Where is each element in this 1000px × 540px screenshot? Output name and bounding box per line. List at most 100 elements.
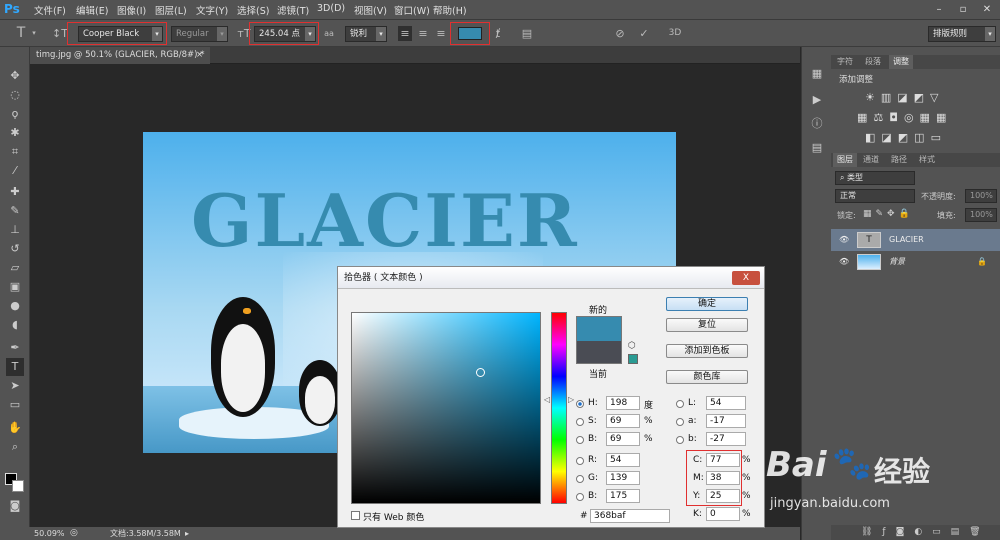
h-input[interactable]: 198 bbox=[606, 396, 640, 410]
opacity-input[interactable]: 100% bbox=[965, 189, 997, 203]
dialog-close-button[interactable]: X bbox=[732, 271, 760, 285]
radio-a[interactable] bbox=[676, 418, 684, 426]
quick-mask-icon[interactable]: ◙ bbox=[6, 497, 24, 515]
eraser-tool-icon[interactable]: ▱ bbox=[6, 259, 24, 277]
layer-row-background[interactable]: 👁 背景 🔒 bbox=[831, 251, 1000, 273]
tab-character[interactable]: 字符 bbox=[833, 55, 857, 69]
eyedropper-tool-icon[interactable]: ⁄ bbox=[6, 162, 24, 180]
gradient-tool-icon[interactable]: ▣ bbox=[6, 278, 24, 296]
cancel-icon[interactable]: ⊘ bbox=[613, 26, 627, 41]
add-to-swatches-button[interactable]: 添加到色板 bbox=[666, 344, 748, 358]
type-tool-icon[interactable]: T bbox=[14, 26, 28, 41]
type-tool-icon[interactable]: T bbox=[6, 358, 24, 376]
info-panel-icon[interactable]: ⓘ bbox=[808, 115, 826, 133]
adjustment-icons-row1[interactable]: ☀▥◪◩▽ bbox=[865, 91, 985, 104]
l-input[interactable]: 54 bbox=[706, 396, 746, 410]
3d-button[interactable]: 3D bbox=[666, 26, 684, 41]
minimize-icon[interactable]: – bbox=[928, 2, 950, 17]
visibility-eye-icon[interactable]: 👁 bbox=[839, 229, 849, 251]
hue-slider-handle-left[interactable]: ◁ bbox=[544, 395, 550, 404]
healing-tool-icon[interactable]: ✚ bbox=[6, 183, 24, 201]
close-tab-icon[interactable]: × bbox=[196, 47, 203, 63]
color-libraries-button[interactable]: 颜色库 bbox=[666, 370, 748, 384]
a-input[interactable]: -17 bbox=[706, 414, 746, 428]
k-input[interactable]: 0 bbox=[706, 507, 740, 521]
adjustment-icons-row2[interactable]: ▦⚖◘◎▦▦ bbox=[857, 111, 987, 124]
layer-name-background[interactable]: 背景 bbox=[889, 251, 905, 273]
radio-blue[interactable] bbox=[576, 493, 584, 501]
color-field[interactable] bbox=[351, 312, 541, 504]
color-field-cursor[interactable] bbox=[476, 368, 485, 377]
blur-tool-icon[interactable]: ● bbox=[6, 297, 24, 315]
s-input[interactable]: 69 bbox=[606, 414, 640, 428]
web-safe-swatch[interactable] bbox=[628, 354, 638, 364]
menu-type[interactable]: 文字(Y) bbox=[196, 3, 228, 17]
radio-lab-b[interactable] bbox=[676, 436, 684, 444]
layer-filter-select[interactable]: ⌕ 类型 bbox=[835, 171, 915, 185]
antialias-select[interactable]: 锐利 ▾ bbox=[345, 26, 387, 42]
hue-slider-handle-right[interactable]: ▷ bbox=[568, 395, 574, 404]
hand-tool-icon[interactable]: ✋ bbox=[6, 419, 24, 437]
c-input[interactable]: 77 bbox=[706, 453, 740, 467]
actions-panel-icon[interactable]: ▶ bbox=[808, 91, 826, 109]
radio-g[interactable] bbox=[576, 475, 584, 483]
marquee-tool-icon[interactable]: ◌ bbox=[6, 86, 24, 104]
reset-button[interactable]: 复位 bbox=[666, 318, 748, 332]
history-brush-tool-icon[interactable]: ↺ bbox=[6, 240, 24, 258]
out-of-gamut-cube-icon[interactable]: ⬡ bbox=[628, 341, 636, 351]
menu-view[interactable]: 视图(V) bbox=[354, 3, 387, 17]
fill-input[interactable]: 100% bbox=[965, 208, 997, 222]
crop-tool-icon[interactable]: ⌗ bbox=[6, 143, 24, 161]
shape-tool-icon[interactable]: ▭ bbox=[6, 396, 24, 414]
workspace-select[interactable]: 排版规则 ▾ bbox=[928, 26, 996, 42]
commit-check-icon[interactable]: ✓ bbox=[637, 26, 651, 41]
close-window-icon[interactable]: ✕ bbox=[976, 2, 998, 17]
font-family-select[interactable]: Cooper Black ▾ bbox=[78, 26, 163, 42]
adjustment-icons-row3[interactable]: ◧◪◩◫▭ bbox=[865, 131, 985, 144]
tool-preset-dropdown-icon[interactable]: ▾ bbox=[30, 26, 38, 41]
radio-b[interactable] bbox=[576, 436, 584, 444]
visibility-eye-icon[interactable]: 👁 bbox=[839, 251, 849, 273]
lasso-tool-icon[interactable]: ϙ bbox=[6, 105, 24, 123]
panels-toggle-icon[interactable]: ▤ bbox=[520, 26, 534, 41]
background-color-swatch[interactable] bbox=[12, 480, 24, 492]
m-input[interactable]: 38 bbox=[706, 471, 740, 485]
blue-input[interactable]: 175 bbox=[606, 489, 640, 503]
lab-b-input[interactable]: -27 bbox=[706, 432, 746, 446]
text-orientation-icon[interactable]: ↕T bbox=[52, 26, 68, 41]
path-select-tool-icon[interactable]: ➤ bbox=[6, 377, 24, 395]
ok-button[interactable]: 确定 bbox=[666, 297, 748, 311]
menu-file[interactable]: 文件(F) bbox=[34, 3, 66, 17]
menu-filter[interactable]: 滤镜(T) bbox=[277, 3, 309, 17]
blend-mode-select[interactable]: 正常 bbox=[835, 189, 915, 203]
tab-styles[interactable]: 样式 bbox=[915, 153, 939, 167]
y-input[interactable]: 25 bbox=[706, 489, 740, 503]
layer-row-glacier[interactable]: 👁 T GLACIER bbox=[831, 229, 1000, 251]
font-size-select[interactable]: 245.04 点 ▾ bbox=[254, 26, 316, 42]
zoom-level[interactable]: 50.09% bbox=[34, 527, 65, 540]
radio-h[interactable] bbox=[576, 400, 584, 408]
canvas-text-glacier[interactable]: GLACIER bbox=[191, 178, 579, 263]
pen-tool-icon[interactable]: ✒ bbox=[6, 339, 24, 357]
menu-help[interactable]: 帮助(H) bbox=[433, 3, 467, 17]
menu-window[interactable]: 窗口(W) bbox=[394, 3, 430, 17]
layers-footer-icons[interactable]: ⛓ƒ◙◐▭▤🗑 bbox=[831, 525, 1000, 540]
hue-slider[interactable] bbox=[551, 312, 567, 504]
maximize-icon[interactable]: ▫ bbox=[952, 2, 974, 17]
hex-input[interactable]: 368baf bbox=[590, 509, 670, 523]
layer-name-glacier[interactable]: GLACIER bbox=[889, 229, 924, 251]
b-input[interactable]: 69 bbox=[606, 432, 640, 446]
align-center-icon[interactable]: ≡ bbox=[416, 26, 430, 41]
properties-panel-icon[interactable]: ▤ bbox=[808, 139, 826, 157]
document-tab[interactable]: timg.jpg @ 50.1% (GLACIER, RGB/8#) * × bbox=[30, 47, 210, 64]
menu-3d[interactable]: 3D(D) bbox=[317, 3, 345, 14]
menu-select[interactable]: 选择(S) bbox=[237, 3, 269, 17]
r-input[interactable]: 54 bbox=[606, 453, 640, 467]
tab-paths[interactable]: 路径 bbox=[887, 153, 911, 167]
zoom-tool-icon[interactable]: ⌕ bbox=[6, 438, 24, 456]
dodge-tool-icon[interactable]: ◖ bbox=[6, 316, 24, 334]
quick-select-tool-icon[interactable]: ✱ bbox=[6, 124, 24, 142]
tab-channels[interactable]: 通道 bbox=[859, 153, 883, 167]
lock-icons[interactable]: ▦✎✥🔒 bbox=[863, 209, 914, 219]
radio-r[interactable] bbox=[576, 457, 584, 465]
